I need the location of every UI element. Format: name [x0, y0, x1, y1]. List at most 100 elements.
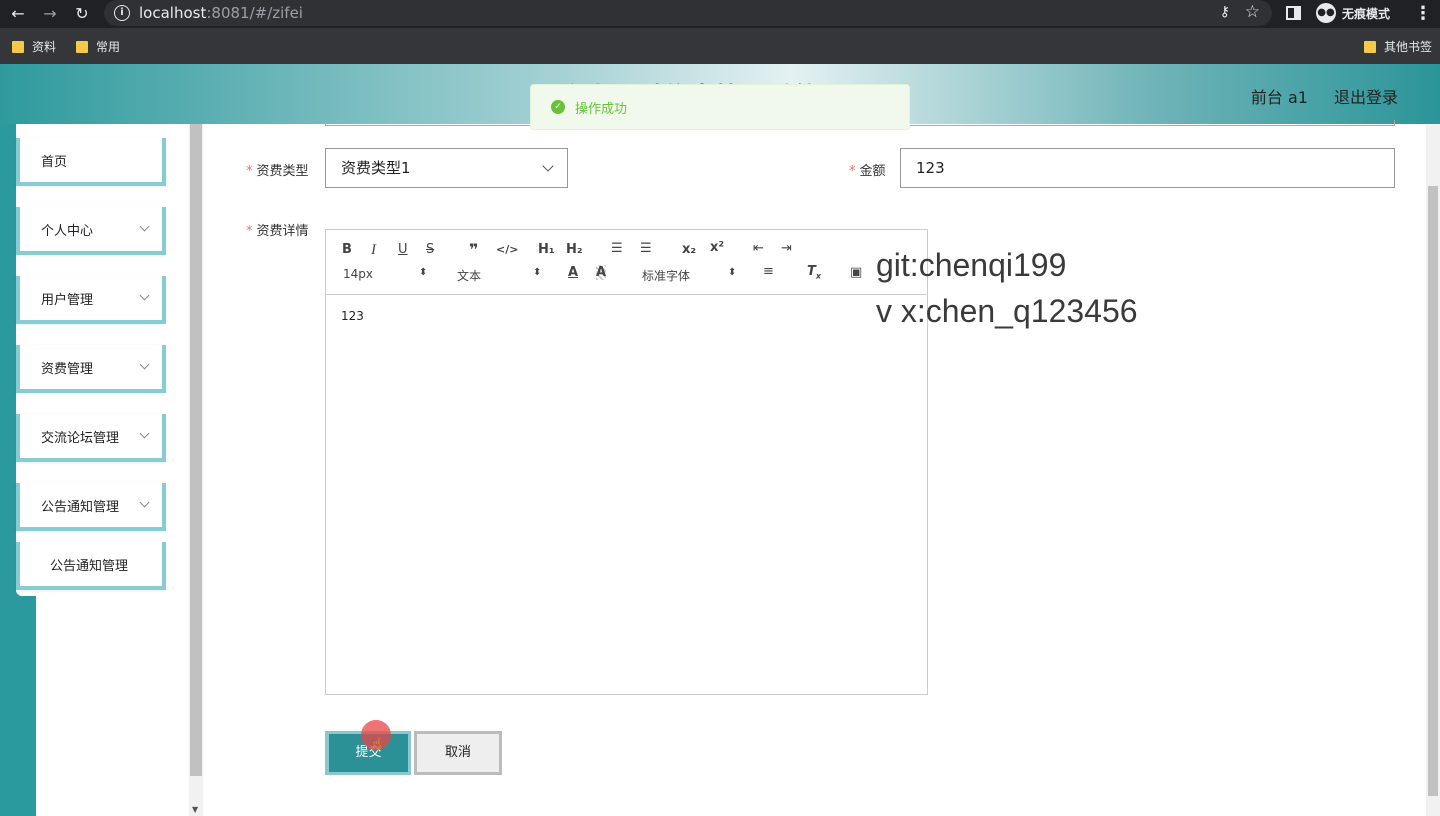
text-style-value: 文本 — [457, 269, 482, 283]
editor-content[interactable]: 123 — [341, 309, 364, 323]
sidebar-item-users[interactable]: 用户管理 — [16, 276, 166, 324]
info-icon[interactable]: i — [114, 5, 130, 21]
scrollbar-thumb[interactable] — [1428, 186, 1438, 796]
incognito-label: 无痕模式 — [1342, 6, 1391, 21]
blockquote-icon[interactable]: ❞ — [469, 240, 478, 259]
sidebar-item-label: 公告通知管理 — [41, 499, 120, 515]
font-size-select[interactable]: 14px ⬍ — [343, 267, 427, 281]
chevron-down-icon — [139, 221, 150, 232]
heading2-icon[interactable]: H₂ — [566, 242, 583, 257]
rich-text-editor[interactable]: B I U S ❞ </> H₁ H₂ ☰ ☰ x₂ x² ⇤ ⇥ 14px ⬍ … — [325, 229, 928, 695]
check-circle-icon: ✓ — [551, 100, 565, 114]
text-style-select[interactable]: 文本 ⬍ — [457, 267, 541, 284]
updown-icon: ⬍ — [419, 267, 428, 278]
other-bookmarks[interactable]: 其他书签 — [1364, 38, 1432, 55]
amount-label: * 金额 — [849, 164, 886, 179]
ordered-list-icon[interactable]: ☰ — [611, 241, 623, 256]
sidebar-subitem-notices[interactable]: 公告通知管理 — [16, 542, 166, 590]
toast-message: 操作成功 — [575, 101, 628, 117]
hand-cursor-icon: ☝ — [372, 734, 382, 753]
sidebar-item-label: 资费管理 — [41, 361, 94, 377]
bookmark-label: 常用 — [96, 40, 121, 54]
sidebar-item-personal-center[interactable]: 个人中心 — [16, 207, 166, 255]
cancel-button[interactable]: 取消 — [414, 731, 502, 775]
align-icon[interactable]: ≡ — [763, 264, 774, 279]
forward-icon[interactable]: → — [40, 4, 60, 24]
bookmarks-bar: 资料 常用 其他书签 — [0, 28, 1440, 64]
watermark-text: git:chenqi199 v x:chen_q123456 — [876, 242, 1138, 334]
side-panel-icon[interactable] — [1286, 6, 1301, 20]
back-icon[interactable]: ← — [8, 4, 28, 24]
sidebar-scrollbar[interactable]: ▼ — [189, 124, 203, 816]
type-label: * 资费类型 — [246, 164, 309, 179]
header-links: 前台 a1 退出登录 — [1251, 84, 1398, 108]
font-size-value: 14px — [343, 267, 373, 281]
sidebar-item-notices[interactable]: 公告通知管理 — [16, 483, 166, 531]
incognito-icon: ●● — [1316, 3, 1336, 23]
scrollbar-thumb[interactable] — [190, 124, 202, 776]
bold-icon[interactable]: B — [342, 242, 352, 257]
frontend-link[interactable]: 前台 a1 — [1251, 84, 1308, 108]
folder-icon — [1364, 40, 1376, 53]
chevron-down-icon — [139, 497, 150, 508]
underline-icon[interactable]: U — [398, 242, 408, 257]
sidebar-item-label: 用户管理 — [41, 292, 94, 308]
cancel-label: 取消 — [444, 745, 471, 760]
subscript-icon[interactable]: x₂ — [682, 242, 696, 257]
bookmark-label: 其他书签 — [1384, 40, 1433, 54]
key-icon[interactable]: ⚷ — [1220, 4, 1230, 20]
chevron-down-icon — [139, 359, 150, 370]
sidebar: 首页 个人中心 用户管理 资费管理 交流论坛管理 公告通知管理 公告通知管理 — [0, 124, 189, 816]
font-color-icon[interactable]: A — [568, 265, 578, 280]
amount-input[interactable]: 123 — [900, 148, 1395, 188]
fee-type-select[interactable]: 资费类型1 — [325, 148, 568, 188]
folder-icon — [12, 40, 24, 53]
sidebar-item-fees[interactable]: 资费管理 — [16, 345, 166, 393]
indent-icon[interactable]: ⇥ — [781, 241, 792, 256]
url-text: localhost:8081/#/zifei — [139, 4, 303, 22]
sidebar-item-forum[interactable]: 交流论坛管理 — [16, 414, 166, 462]
chevron-down-icon — [139, 428, 150, 439]
page-scrollbar[interactable] — [1426, 124, 1440, 816]
superscript-icon[interactable]: x² — [710, 240, 724, 255]
updown-icon: ⬍ — [533, 267, 542, 278]
sidebar-item-label: 公告通知管理 — [50, 558, 129, 574]
clear-format-icon[interactable]: Tx — [807, 264, 821, 281]
incognito-indicator[interactable]: ●● 无痕模式 — [1316, 3, 1390, 23]
watermark-line: git:chenqi199 — [876, 247, 1067, 283]
amount-value: 123 — [916, 159, 945, 177]
url-host: localhost — [139, 4, 207, 22]
address-bar[interactable]: i localhost:8081/#/zifei ⚷ ☆ — [104, 0, 1272, 26]
star-icon[interactable]: ☆ — [1245, 2, 1260, 22]
font-family-value: 标准字体 — [642, 269, 691, 283]
fee-type-value: 资费类型1 — [341, 159, 411, 177]
editor-toolbar: B I U S ❞ </> H₁ H₂ ☰ ☰ x₂ x² ⇤ ⇥ 14px ⬍ … — [326, 230, 927, 295]
browser-toolbar: ← → ↻ i localhost:8081/#/zifei ⚷ ☆ ●● 无痕… — [0, 0, 1440, 28]
italic-icon[interactable]: I — [371, 242, 376, 259]
watermark-line: v x:chen_q123456 — [876, 293, 1138, 329]
font-family-select[interactable]: 标准字体 ⬍ — [642, 267, 736, 284]
reload-icon[interactable]: ↻ — [72, 4, 92, 24]
heading1-icon[interactable]: H₁ — [538, 242, 555, 257]
detail-label: * 资费详情 — [246, 224, 309, 239]
scroll-down-icon[interactable]: ▼ — [192, 805, 198, 814]
code-icon[interactable]: </> — [496, 243, 518, 256]
image-icon[interactable]: ▣ — [850, 265, 862, 280]
folder-icon — [76, 40, 88, 53]
chevron-down-icon — [139, 290, 150, 301]
updown-icon: ⬍ — [728, 267, 737, 278]
strike-icon[interactable]: S — [426, 242, 434, 257]
bookmark-folder[interactable]: 常用 — [76, 38, 120, 55]
bookmark-folder[interactable]: 资料 — [12, 38, 56, 55]
bullet-list-icon[interactable]: ☰ — [640, 241, 652, 256]
outdent-icon[interactable]: ⇤ — [753, 241, 764, 256]
sidebar-item-label: 交流论坛管理 — [41, 430, 120, 446]
sidebar-item-home[interactable]: 首页 — [16, 138, 166, 186]
url-path: :8081/#/zifei — [206, 4, 303, 22]
logout-link[interactable]: 退出登录 — [1334, 84, 1398, 108]
sidebar-item-label: 个人中心 — [41, 223, 94, 239]
more-menu-icon[interactable]: ⋮ — [1414, 3, 1432, 24]
success-toast: ✓ 操作成功 — [530, 84, 910, 130]
background-color-icon[interactable]: A — [596, 265, 607, 280]
bookmark-label: 资料 — [32, 40, 57, 54]
